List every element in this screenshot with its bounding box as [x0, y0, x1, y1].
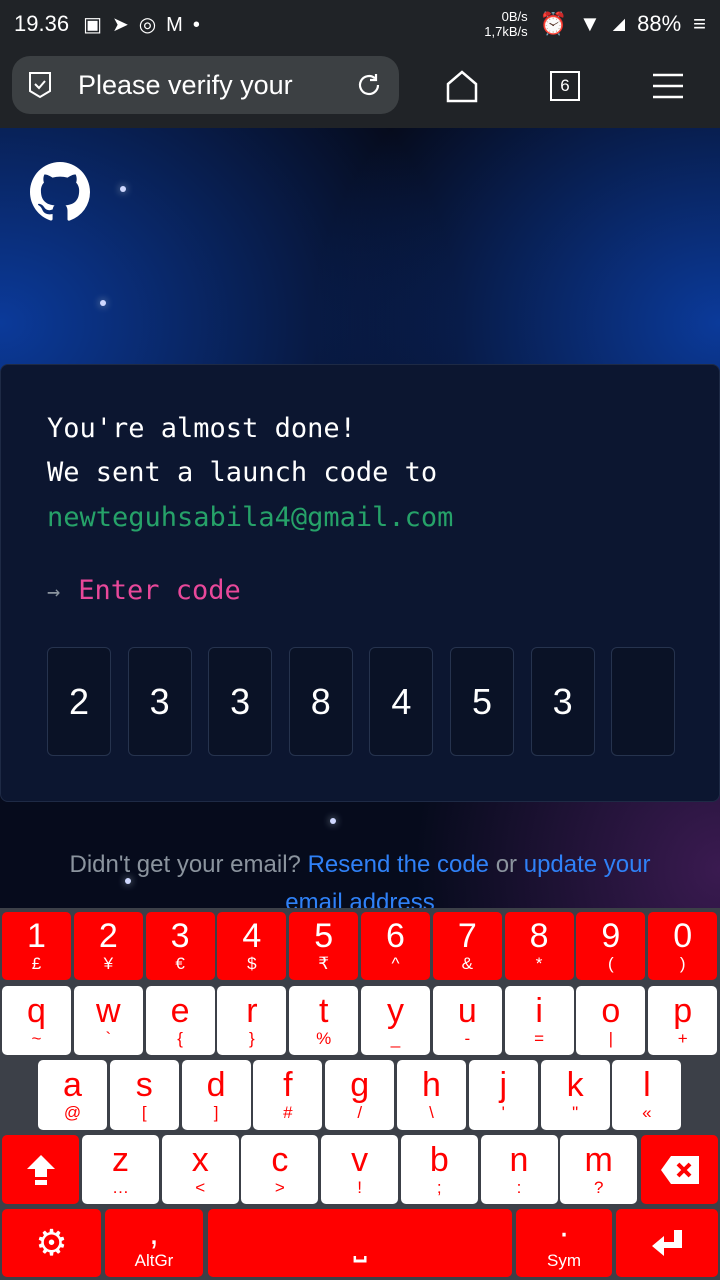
menu-icon — [653, 73, 683, 99]
signal-icon: ◢ — [612, 16, 626, 33]
verification-card: You're almost done! We sent a launch cod… — [0, 364, 720, 802]
address-bar[interactable]: Please verify your — [12, 56, 399, 114]
shift-key[interactable] — [2, 1135, 79, 1204]
battery-icon: ≡ — [693, 11, 706, 36]
altgr-key[interactable]: , AltGr — [105, 1209, 203, 1277]
enter-code-label: Enter code — [78, 575, 241, 606]
shield-check-icon — [29, 72, 51, 99]
key-k[interactable]: k " — [540, 1060, 610, 1130]
wifi-icon: ▼ — [579, 11, 601, 36]
code-digit-input[interactable]: 8 — [288, 647, 353, 756]
key-9[interactable]: 9( — [576, 912, 646, 980]
verification-page: You're almost done! We sent a launch cod… — [0, 128, 720, 908]
code-digit-input[interactable]: 4 — [369, 647, 434, 756]
enter-icon — [652, 1230, 682, 1256]
key-t[interactable]: t% — [289, 986, 359, 1055]
resend-code-link[interactable]: Resend the code — [308, 851, 489, 878]
sym-key[interactable]: · Sym — [516, 1209, 612, 1277]
battery-level: 88% — [637, 11, 682, 36]
resend-footer: Didn't get your email? Resend the code o… — [0, 846, 720, 908]
settings-key[interactable]: ⚙ — [2, 1209, 101, 1277]
tabs-button[interactable]: 6 — [545, 66, 585, 106]
key-a[interactable]: a @ — [38, 1060, 107, 1130]
key-6[interactable]: 6 ^ — [361, 912, 430, 980]
key-7[interactable]: 7 & — [432, 912, 502, 980]
browser-toolbar: Please verify your 6 — [0, 48, 720, 128]
key-5[interactable]: 5 ₹ — [289, 912, 359, 980]
code-digit-input[interactable]: 3 — [127, 647, 192, 756]
key-n[interactable]: n: — [480, 1135, 558, 1204]
reload-icon[interactable] — [355, 71, 383, 99]
key-e[interactable]: e{ — [145, 986, 215, 1055]
space-key[interactable]: ⎵ — [208, 1209, 512, 1277]
key-h[interactable]: h \ — [397, 1060, 466, 1130]
github-logo-icon — [30, 162, 90, 221]
key-3[interactable]: 3 € — [145, 912, 215, 980]
enter-key[interactable] — [616, 1209, 718, 1277]
key-2[interactable]: 2 ¥ — [73, 912, 143, 980]
code-digit-input[interactable] — [611, 647, 676, 756]
shift-icon — [26, 1154, 55, 1185]
key-q[interactable]: q ~ — [2, 986, 71, 1055]
home-icon — [446, 70, 478, 103]
key-i[interactable]: i = — [504, 986, 574, 1055]
gear-icon: ⚙ — [35, 1222, 68, 1263]
code-digit-input[interactable]: 3 — [208, 647, 273, 756]
code-digit-input[interactable]: 5 — [450, 647, 514, 756]
key-c[interactable]: c > — [241, 1135, 319, 1204]
key-p[interactable]: p + — [648, 986, 718, 1055]
key-z[interactable]: z… — [82, 1135, 159, 1204]
key-1[interactable]: 1 £ — [2, 912, 71, 980]
key-j[interactable]: j ' — [468, 1060, 538, 1130]
heading: You're almost done! — [47, 413, 356, 444]
key-8[interactable]: 8 * — [504, 912, 574, 980]
key-r[interactable]: r} — [217, 986, 287, 1055]
key-b[interactable]: b; — [400, 1135, 478, 1204]
keyboard: 1 £2 ¥3 €4 $5 ₹6 ^ 7 & 8 * 9(0) q ~ w ` e{r} t% y _ u - i = o | p +… — [0, 908, 720, 1280]
key-y[interactable]: y _ — [361, 986, 430, 1055]
clock: 19.36 — [14, 11, 70, 36]
backspace-key[interactable] — [641, 1135, 718, 1204]
menu-button[interactable] — [648, 66, 688, 106]
key-g[interactable]: g / — [325, 1060, 395, 1130]
code-digit-input[interactable]: 3 — [530, 647, 595, 756]
key-x[interactable]: x < — [161, 1135, 239, 1204]
key-l[interactable]: l « — [612, 1060, 682, 1130]
key-0[interactable]: 0) — [648, 912, 718, 980]
alarm-icon: ⏰ — [539, 11, 568, 36]
page-title[interactable]: Please verify your — [78, 70, 355, 101]
arrow-icon: → — [47, 580, 61, 605]
key-w[interactable]: w ` — [73, 986, 143, 1055]
sent-message: We sent a launch code to — [47, 457, 438, 488]
status-bar: 19.36 ▣➤◎M• 0B/s 1,7kB/s ⏰ ▼ ◢ 88% ≡ — [0, 0, 720, 48]
code-digit-input[interactable]: 2 — [47, 647, 111, 756]
key-4[interactable]: 4 $ — [217, 912, 287, 980]
key-f[interactable]: f # — [253, 1060, 323, 1130]
backspace-icon — [660, 1155, 699, 1184]
email-address: newteguhsabila4@gmail.com — [47, 502, 454, 533]
key-s[interactable]: s[ — [109, 1060, 179, 1130]
key-u[interactable]: u- — [432, 986, 502, 1055]
home-button[interactable] — [442, 66, 482, 106]
tab-count: 6 — [550, 71, 580, 101]
network-speed: 0B/s 1,7kB/s — [484, 9, 528, 39]
key-d[interactable]: d] — [181, 1060, 251, 1130]
key-m[interactable]: m? — [560, 1135, 638, 1204]
key-o[interactable]: o | — [576, 986, 646, 1055]
notification-icons: ▣➤◎M• — [83, 13, 210, 36]
key-v[interactable]: v! — [321, 1135, 399, 1204]
